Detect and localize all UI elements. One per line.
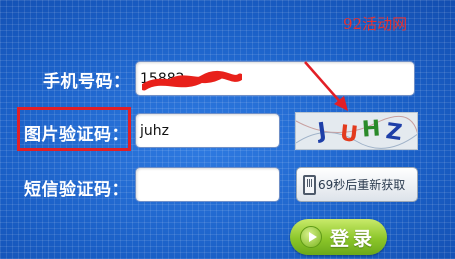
login-label: 登录 (330, 227, 377, 250)
login-button[interactable]: 登录 (290, 219, 387, 255)
phone-label: 手机号码： (43, 72, 131, 92)
resend-sms-button[interactable]: 69秒后重新获取 (296, 167, 418, 202)
sms-code-label: 短信验证码： (24, 180, 129, 200)
phone-icon (303, 174, 316, 195)
captcha-char: H (361, 116, 382, 143)
arrow-right-icon (300, 226, 322, 248)
captcha-image[interactable]: J U H Z (295, 112, 418, 150)
image-captcha-input[interactable]: juhz (135, 113, 280, 148)
site-watermark: 92活动网 (343, 15, 408, 33)
image-captcha-label: 图片验证码： (24, 125, 129, 145)
phone-input[interactable]: 15882 (135, 61, 415, 96)
redaction-scribble (142, 70, 242, 91)
image-captcha-value: juhz (140, 122, 169, 139)
sms-code-input[interactable] (135, 167, 280, 202)
resend-sms-label: 69秒后重新获取 (318, 178, 406, 192)
captcha-char: U (338, 121, 360, 148)
